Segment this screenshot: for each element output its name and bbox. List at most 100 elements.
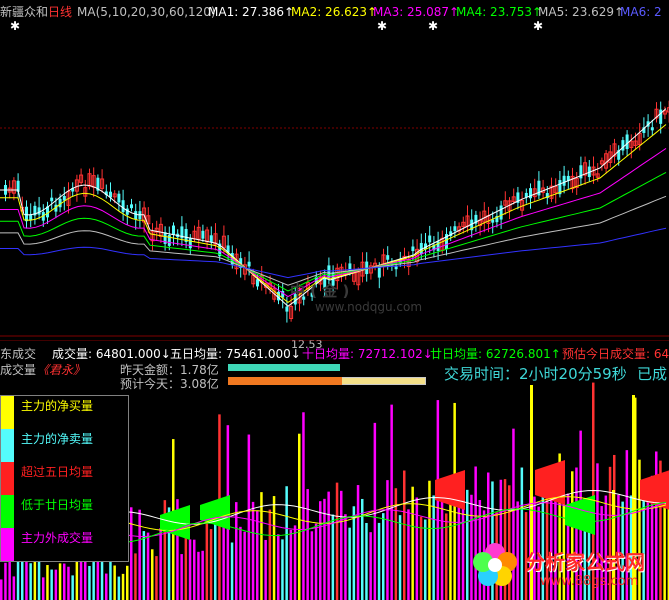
volume-bar bbox=[63, 563, 66, 600]
volume-bar bbox=[142, 531, 146, 600]
volume-bar bbox=[419, 516, 423, 600]
candle-body bbox=[499, 205, 503, 220]
trade-time: 交易时间：2小时20分59秒 bbox=[444, 365, 627, 383]
volume-bar bbox=[302, 412, 305, 600]
volume-bar bbox=[230, 542, 234, 600]
watermark-url: www.nodqgu.com bbox=[315, 300, 423, 314]
volume-bar bbox=[264, 539, 267, 600]
candle-body bbox=[25, 206, 28, 222]
volume-bar bbox=[285, 486, 288, 600]
candle-body bbox=[377, 267, 381, 278]
legend-item: 主力的净买量 bbox=[1, 396, 130, 429]
candle-body bbox=[625, 134, 629, 150]
volume-bar bbox=[117, 576, 121, 600]
volume-bar bbox=[67, 566, 70, 600]
volume-bar bbox=[130, 507, 133, 600]
volume-bar bbox=[251, 501, 255, 600]
volume-bar bbox=[193, 539, 196, 600]
volume-bar bbox=[126, 565, 129, 600]
volume-bar bbox=[277, 534, 280, 600]
today-forecast-progress bbox=[228, 377, 342, 385]
legend-item: 主力外成交量 bbox=[1, 528, 130, 561]
volume-bar bbox=[29, 563, 32, 600]
volume-bar bbox=[335, 482, 339, 600]
volume-bar bbox=[293, 525, 297, 600]
legend-label: 主力的净卖量 bbox=[21, 432, 94, 446]
volume-bar bbox=[180, 554, 183, 600]
event-marker-icon: ✱ bbox=[10, 19, 20, 33]
volume-bar bbox=[281, 539, 284, 600]
volume-bar bbox=[403, 470, 406, 600]
legend-swatch bbox=[1, 495, 14, 528]
legend-label: 主力外成交量 bbox=[21, 531, 94, 545]
volume-bar bbox=[50, 569, 53, 600]
ma6-value: MA6: 2 bbox=[620, 5, 662, 19]
candle-body bbox=[117, 193, 121, 203]
volume-bar bbox=[466, 489, 469, 600]
candle-body bbox=[50, 197, 54, 202]
vol-value: 成交量: 64801.000↓ bbox=[52, 347, 171, 361]
legend-swatch bbox=[1, 528, 14, 561]
volume-bar bbox=[151, 549, 154, 600]
volume-bar bbox=[428, 480, 431, 600]
legend-label: 主力的净买量 bbox=[21, 399, 94, 413]
legend-swatch bbox=[1, 462, 14, 495]
volume-bar bbox=[146, 532, 150, 600]
volume-bar bbox=[369, 532, 372, 600]
volume-bar bbox=[92, 562, 95, 600]
volume-legend: 主力的净买量 主力的净卖量 超过五日均量 低于廿日均量 主力外成交量 bbox=[0, 395, 129, 562]
volume-bar bbox=[12, 576, 16, 600]
volume-bar bbox=[79, 555, 83, 600]
indicator-name: 成交量 bbox=[0, 363, 37, 377]
volume-bar bbox=[382, 513, 385, 600]
period-label[interactable]: 日线 bbox=[48, 4, 72, 20]
trade-status: 已成 bbox=[637, 365, 668, 383]
candle-body bbox=[453, 226, 457, 232]
watermark-cn: 中 ( 金 ) bbox=[290, 282, 350, 300]
volume-bar bbox=[134, 553, 137, 600]
volume-bar bbox=[352, 506, 356, 600]
volume-bar bbox=[256, 511, 259, 600]
today-forecast: 预计今天：3.08亿 bbox=[120, 377, 219, 391]
candle-body bbox=[650, 127, 654, 131]
volume-bar bbox=[314, 523, 318, 600]
legend-item: 超过五日均量 bbox=[1, 462, 130, 495]
volume-bar bbox=[356, 485, 360, 600]
brand-url: www.88gs.com bbox=[540, 574, 639, 589]
volume-bar bbox=[432, 495, 435, 600]
volume-bar bbox=[155, 556, 158, 600]
legend-label: 低于廿日均量 bbox=[21, 498, 94, 512]
volume-bar bbox=[361, 498, 364, 600]
volume-bar bbox=[214, 518, 217, 600]
volume-bar bbox=[377, 522, 381, 600]
stock-name: 新疆众和 bbox=[0, 5, 49, 19]
legend-swatch bbox=[1, 429, 14, 462]
volume-bar bbox=[209, 529, 213, 600]
candle-body bbox=[386, 255, 390, 260]
event-marker-icon: ✱ bbox=[377, 19, 387, 33]
volume-bar bbox=[407, 509, 410, 600]
volume-bar bbox=[88, 565, 91, 600]
volume-bar bbox=[655, 451, 658, 600]
ma3-value: MA3: 25.087↑ bbox=[373, 5, 460, 19]
volume-bar bbox=[365, 522, 368, 600]
yesterday-amount-bar bbox=[228, 364, 340, 371]
volume-bar bbox=[272, 496, 276, 600]
volume-bar bbox=[415, 497, 419, 600]
volume-bar bbox=[398, 515, 402, 600]
candle-body bbox=[188, 238, 192, 249]
volume-bar bbox=[239, 526, 242, 600]
stock-chart-window: ✱ ✱ ✱ ✱ 新疆众和 日线 MA(5,10,20,30,60,120) MA1: … bbox=[0, 0, 669, 600]
vol-forecast: 预估今日成交量: 64 bbox=[562, 347, 669, 361]
candle-body bbox=[428, 235, 432, 243]
volume-bar bbox=[260, 492, 263, 600]
indicator-alias: 《君永》 bbox=[37, 363, 86, 377]
event-marker-icon: ✱ bbox=[533, 19, 543, 33]
volume-bar bbox=[289, 529, 293, 600]
volume-bar bbox=[298, 433, 301, 600]
volume-bar bbox=[340, 490, 343, 600]
volume-bar bbox=[268, 509, 272, 600]
candle-body bbox=[562, 175, 566, 186]
volume-bar bbox=[386, 480, 389, 600]
volume-bar bbox=[310, 531, 314, 600]
